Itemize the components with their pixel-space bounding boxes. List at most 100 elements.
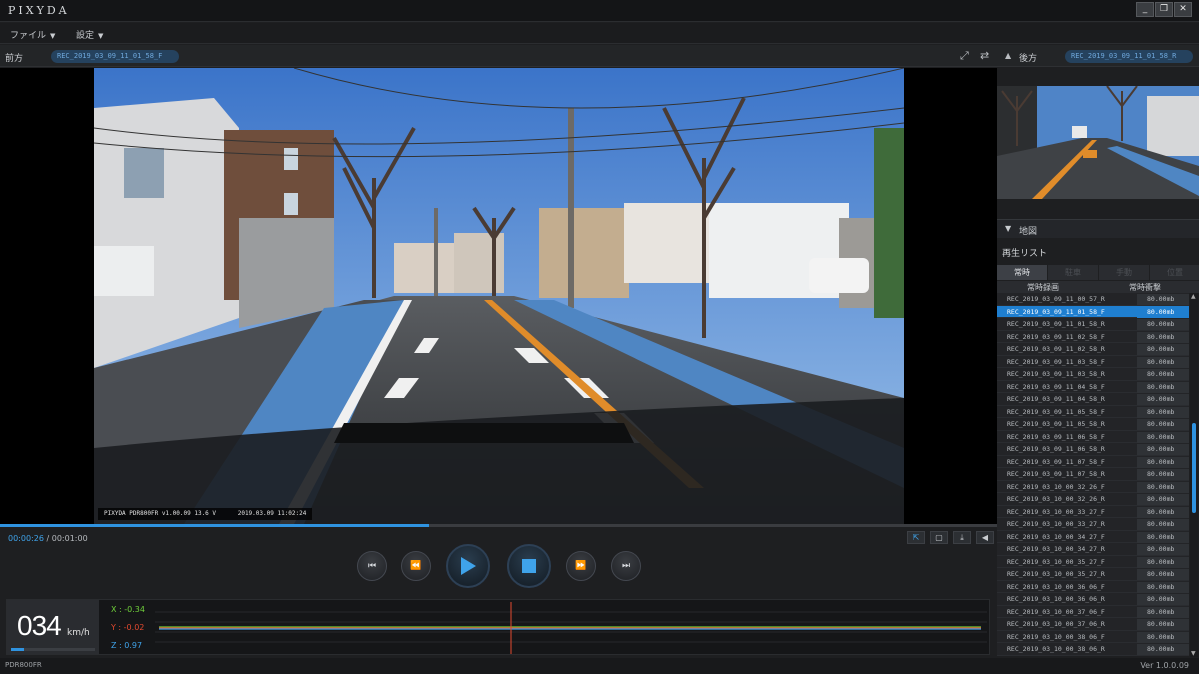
collapse-triangle-icon[interactable]: ▲ <box>1005 51 1011 60</box>
g-sensor-graph[interactable] <box>155 602 987 654</box>
tab-location[interactable]: 位置 <box>1150 265 1199 280</box>
list-item[interactable]: REC_2019_03_09_11_06_58_R 80.00mb <box>997 443 1189 456</box>
list-item[interactable]: REC_2019_03_10_00_37_06_F 80.00mb <box>997 605 1189 618</box>
list-item-filename: REC_2019_03_10_00_34_27_F <box>1007 532 1105 541</box>
fullscreen-icon[interactable]: ⤢ <box>960 49 969 63</box>
current-time: 00:00:26 <box>8 534 44 543</box>
list-item-filename: REC_2019_03_10_00_35_27_R <box>1007 570 1105 578</box>
list-item[interactable]: REC_2019_03_09_11_03_58_F 80.00mb <box>997 355 1189 368</box>
skip-forward-button[interactable]: ⏭ <box>611 551 641 581</box>
list-item[interactable]: REC_2019_03_09_11_02_58_F 80.00mb <box>997 330 1189 343</box>
scroll-down-icon[interactable]: ▼ <box>1191 650 1196 657</box>
list-item[interactable]: REC_2019_03_10_00_38_06_F 80.00mb <box>997 630 1189 643</box>
menu-file[interactable]: ファイル ▼ <box>10 28 55 41</box>
scroll-up-icon[interactable]: ▲ <box>1191 293 1196 300</box>
list-item[interactable]: REC_2019_03_10_00_32_26_F 80.00mb <box>997 480 1189 493</box>
rear-video[interactable] <box>997 86 1199 199</box>
list-item-size: 80.00mb <box>1137 294 1189 305</box>
list-item[interactable]: REC_2019_03_09_11_05_58_R 80.00mb <box>997 418 1189 431</box>
collapse-triangle-icon: ▼ <box>1005 224 1012 233</box>
front-file-pill[interactable]: REC_2019_03_09_11_01_58_F <box>51 50 179 63</box>
tab-manual[interactable]: 手動 <box>1099 265 1149 280</box>
total-time: 00:01:00 <box>51 534 88 543</box>
video-area: PIXYDA PDR800FR v1.00.09 13.6 V 2019.03.… <box>0 68 997 524</box>
list-item[interactable]: REC_2019_03_10_00_35_27_R 80.00mb <box>997 568 1189 581</box>
list-item-filename: REC_2019_03_09_11_02_58_R <box>1007 345 1105 353</box>
list-item-filename: REC_2019_03_09_11_05_58_R <box>1007 420 1105 428</box>
list-item-filename: REC_2019_03_09_11_05_58_F <box>1007 407 1105 416</box>
list-item[interactable]: REC_2019_03_10_00_38_06_R 80.00mb <box>997 643 1189 656</box>
rear-label: 後方 <box>1019 54 1038 64</box>
list-item[interactable]: REC_2019_03_10_00_34_27_R 80.00mb <box>997 543 1189 556</box>
list-item-size: 80.00mb <box>1137 456 1189 468</box>
list-item-filename: REC_2019_03_10_00_38_06_R <box>1007 645 1105 653</box>
fast-forward-button[interactable]: ⏩ <box>566 551 596 581</box>
list-item[interactable]: REC_2019_03_10_00_36_06_F 80.00mb <box>997 580 1189 593</box>
skip-back-button[interactable]: ⏮ <box>357 551 387 581</box>
list-item[interactable]: REC_2019_03_09_11_00_57_R 80.00mb <box>997 293 1189 306</box>
rewind-button[interactable]: ⏪ <box>401 551 431 581</box>
download-icon[interactable]: ⤓ <box>953 531 971 544</box>
front-video[interactable]: PIXYDA PDR800FR v1.00.09 13.6 V 2019.03.… <box>94 68 904 524</box>
volume-icon[interactable]: ◀ <box>976 531 994 544</box>
play-button[interactable] <box>446 544 490 588</box>
close-button[interactable]: ✕ <box>1174 2 1192 17</box>
menu-settings[interactable]: 設定 ▼ <box>76 28 103 41</box>
chevron-down-icon: ▼ <box>50 32 56 40</box>
stop-icon <box>522 559 536 573</box>
list-item[interactable]: REC_2019_03_10_00_37_06_R 80.00mb <box>997 618 1189 631</box>
list-item-size: 80.00mb <box>1137 531 1189 543</box>
list-item[interactable]: REC_2019_03_09_11_01_58_R 80.00mb <box>997 318 1189 331</box>
swap-icon[interactable]: ⇄ <box>980 49 989 62</box>
list-item-filename: REC_2019_03_10_00_32_26_R <box>1007 495 1105 503</box>
list-item[interactable]: REC_2019_03_09_11_01_58_F 80.00mb <box>997 305 1189 318</box>
tab-constant[interactable]: 常時 <box>997 265 1047 280</box>
map-header[interactable]: ▼ 地図 <box>997 219 1199 238</box>
list-item-size: 80.00mb <box>1137 406 1189 418</box>
front-camera-frame <box>94 68 904 524</box>
col-file-header[interactable]: 常時録画 <box>1027 282 1059 293</box>
speedometer: 034 km/h <box>7 600 99 654</box>
list-item-filename: REC_2019_03_10_00_38_06_F <box>1007 632 1105 641</box>
list-item-filename: REC_2019_03_09_11_01_58_F <box>1007 307 1105 316</box>
rear-file-pill[interactable]: REC_2019_03_09_11_01_58_R <box>1065 50 1193 63</box>
telemetry-panel: 034 km/h X : -0.34 Y : -0.02 Z : 0.97 <box>6 599 990 655</box>
list-item[interactable]: REC_2019_03_10_00_36_06_R 80.00mb <box>997 593 1189 606</box>
list-item[interactable]: REC_2019_03_10_00_35_27_F 80.00mb <box>997 555 1189 568</box>
list-item[interactable]: REC_2019_03_09_11_04_58_R 80.00mb <box>997 393 1189 406</box>
menu-bar: ファイル ▼ 設定 ▼ <box>0 23 1199 44</box>
tab-parking[interactable]: 駐車 <box>1048 265 1098 280</box>
rear-camera-frame <box>997 86 1199 199</box>
list-item-filename: REC_2019_03_09_11_03_58_F <box>1007 357 1105 366</box>
playlist-header: 常時録画 常時衝撃 <box>997 281 1199 293</box>
list-item[interactable]: REC_2019_03_09_11_04_58_F 80.00mb <box>997 380 1189 393</box>
stop-button[interactable] <box>507 544 551 588</box>
col-size-header[interactable]: 常時衝撃 <box>1129 282 1161 293</box>
menu-settings-label: 設定 <box>76 31 95 41</box>
list-item[interactable]: REC_2019_03_10_00_33_27_R 80.00mb <box>997 518 1189 531</box>
playlist-tabs: 常時 駐車 手動 位置 <box>997 265 1199 280</box>
minimize-button[interactable]: _ <box>1136 2 1154 17</box>
list-item[interactable]: REC_2019_03_10_00_32_26_R 80.00mb <box>997 493 1189 506</box>
playlist-scrollbar[interactable]: ▲ ▼ <box>1190 293 1198 657</box>
list-item-filename: REC_2019_03_09_11_04_58_R <box>1007 395 1105 403</box>
screenshot-icon[interactable]: ▢ <box>930 531 948 544</box>
scroll-thumb[interactable] <box>1192 423 1196 513</box>
list-item[interactable]: REC_2019_03_10_00_33_27_F 80.00mb <box>997 505 1189 518</box>
maximize-button[interactable]: ❐ <box>1155 2 1173 17</box>
list-item[interactable]: REC_2019_03_10_00_34_27_F 80.00mb <box>997 530 1189 543</box>
list-item-size: 80.00mb <box>1137 506 1189 518</box>
list-item[interactable]: REC_2019_03_09_11_02_58_R 80.00mb <box>997 343 1189 356</box>
list-item[interactable]: REC_2019_03_09_11_07_58_R 80.00mb <box>997 468 1189 481</box>
list-item-filename: REC_2019_03_09_11_03_58_R <box>1007 370 1105 378</box>
list-item-size: 80.00mb <box>1137 481 1189 493</box>
time-display: 00:00:26 / 00:01:00 <box>8 534 88 543</box>
list-item-size: 80.00mb <box>1137 469 1189 480</box>
export-icon[interactable]: ⇱ <box>907 531 925 544</box>
list-item[interactable]: REC_2019_03_09_11_05_58_F 80.00mb <box>997 405 1189 418</box>
list-item-size: 80.00mb <box>1137 319 1189 330</box>
list-item-filename: REC_2019_03_10_00_37_06_R <box>1007 620 1105 628</box>
list-item[interactable]: REC_2019_03_09_11_07_58_F 80.00mb <box>997 455 1189 468</box>
list-item[interactable]: REC_2019_03_09_11_03_58_R 80.00mb <box>997 368 1189 381</box>
list-item[interactable]: REC_2019_03_09_11_06_58_F 80.00mb <box>997 430 1189 443</box>
